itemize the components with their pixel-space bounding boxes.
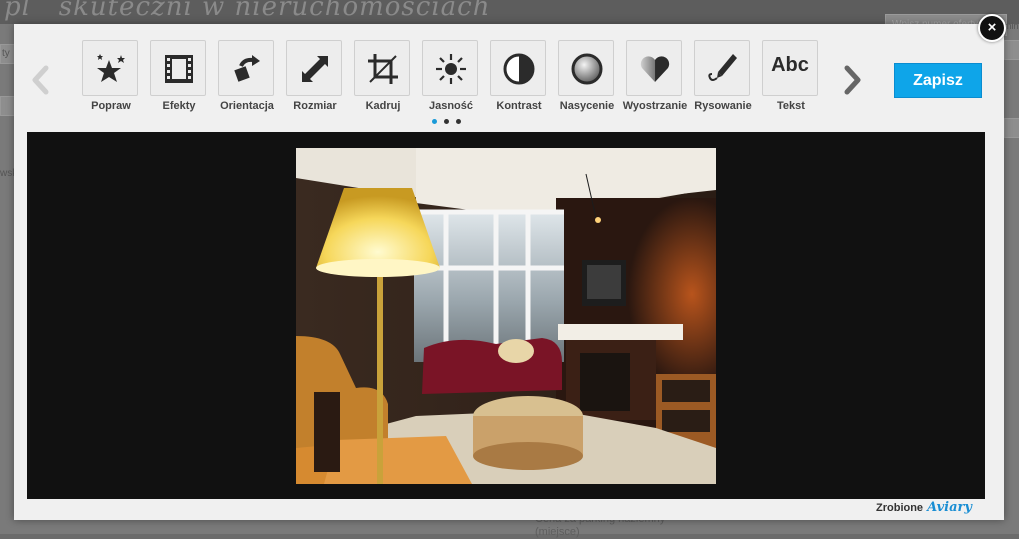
sharpen-heart-icon xyxy=(640,56,670,82)
tool-text-tile: Abc xyxy=(762,40,818,96)
tool-text[interactable]: Abc Tekst xyxy=(757,40,825,120)
sun-brightness-icon xyxy=(436,54,466,84)
tool-resize[interactable]: Rozmiar xyxy=(281,40,349,120)
tool-contrast-tile xyxy=(490,40,546,96)
image-canvas xyxy=(27,132,985,499)
tool-crop-tile xyxy=(354,40,410,96)
rotate-arrow-icon xyxy=(234,55,260,82)
next-tools-arrow-icon[interactable] xyxy=(842,64,864,96)
background-right-control xyxy=(1004,118,1019,138)
stars-wand-icon xyxy=(97,54,125,82)
page-dot-active[interactable] xyxy=(432,119,437,124)
tool-orientation-tile xyxy=(218,40,274,96)
background-header: pl skuteczni w nieruchomościach xyxy=(0,0,1019,24)
resize-arrows-icon xyxy=(302,56,328,82)
tool-sharpen-tile xyxy=(626,40,682,96)
tool-effects-tile xyxy=(150,40,206,96)
tool-enhance-tile xyxy=(82,40,138,96)
tool-effects[interactable]: Efekty xyxy=(145,40,213,120)
tool-saturation[interactable]: Nasycenie xyxy=(553,40,621,120)
pen-draw-icon xyxy=(708,54,737,81)
film-strip-icon xyxy=(165,55,193,83)
close-button[interactable]: × xyxy=(978,14,1006,42)
aviary-credit: Zrobione Aviary xyxy=(876,500,972,515)
tool-resize-tile xyxy=(286,40,342,96)
background-right-control xyxy=(1004,40,1019,60)
tool-saturation-tile xyxy=(558,40,614,96)
save-button[interactable]: Zapisz xyxy=(894,63,982,98)
aviary-logo[interactable]: Aviary xyxy=(927,500,972,515)
crop-icon xyxy=(368,54,398,84)
text-abc-icon: Abc xyxy=(771,54,809,76)
tool-brightness-tile xyxy=(422,40,478,96)
tool-brightness[interactable]: Jasność xyxy=(417,40,485,120)
contrast-icon xyxy=(503,53,535,85)
tool-sharpen[interactable]: Wyostrzanie xyxy=(621,40,689,120)
previous-tools-arrow-icon[interactable] xyxy=(29,64,51,96)
background-logo: pl skuteczni w nieruchomościach xyxy=(4,0,491,22)
tool-orientation[interactable]: Orientacja xyxy=(213,40,281,120)
edited-photo[interactable] xyxy=(296,148,716,484)
saturation-icon xyxy=(571,53,603,85)
tool-strip: Popraw Efekty Orientacja Rozmiar Kadruj … xyxy=(77,40,827,120)
tool-label: Tekst xyxy=(777,100,805,112)
background-right-text: mini xyxy=(1004,21,1019,31)
page-dot[interactable] xyxy=(456,119,461,124)
tool-contrast[interactable]: Kontrast xyxy=(485,40,553,120)
photo-editor-modal: Popraw Efekty Orientacja Rozmiar Kadruj … xyxy=(14,24,1004,520)
tool-enhance[interactable]: Popraw xyxy=(77,40,145,120)
page-dot[interactable] xyxy=(444,119,449,124)
living-room-photo xyxy=(296,148,716,484)
tool-crop[interactable]: Kadruj xyxy=(349,40,417,120)
tool-draw[interactable]: Rysowanie xyxy=(689,40,757,120)
tool-draw-tile xyxy=(694,40,750,96)
